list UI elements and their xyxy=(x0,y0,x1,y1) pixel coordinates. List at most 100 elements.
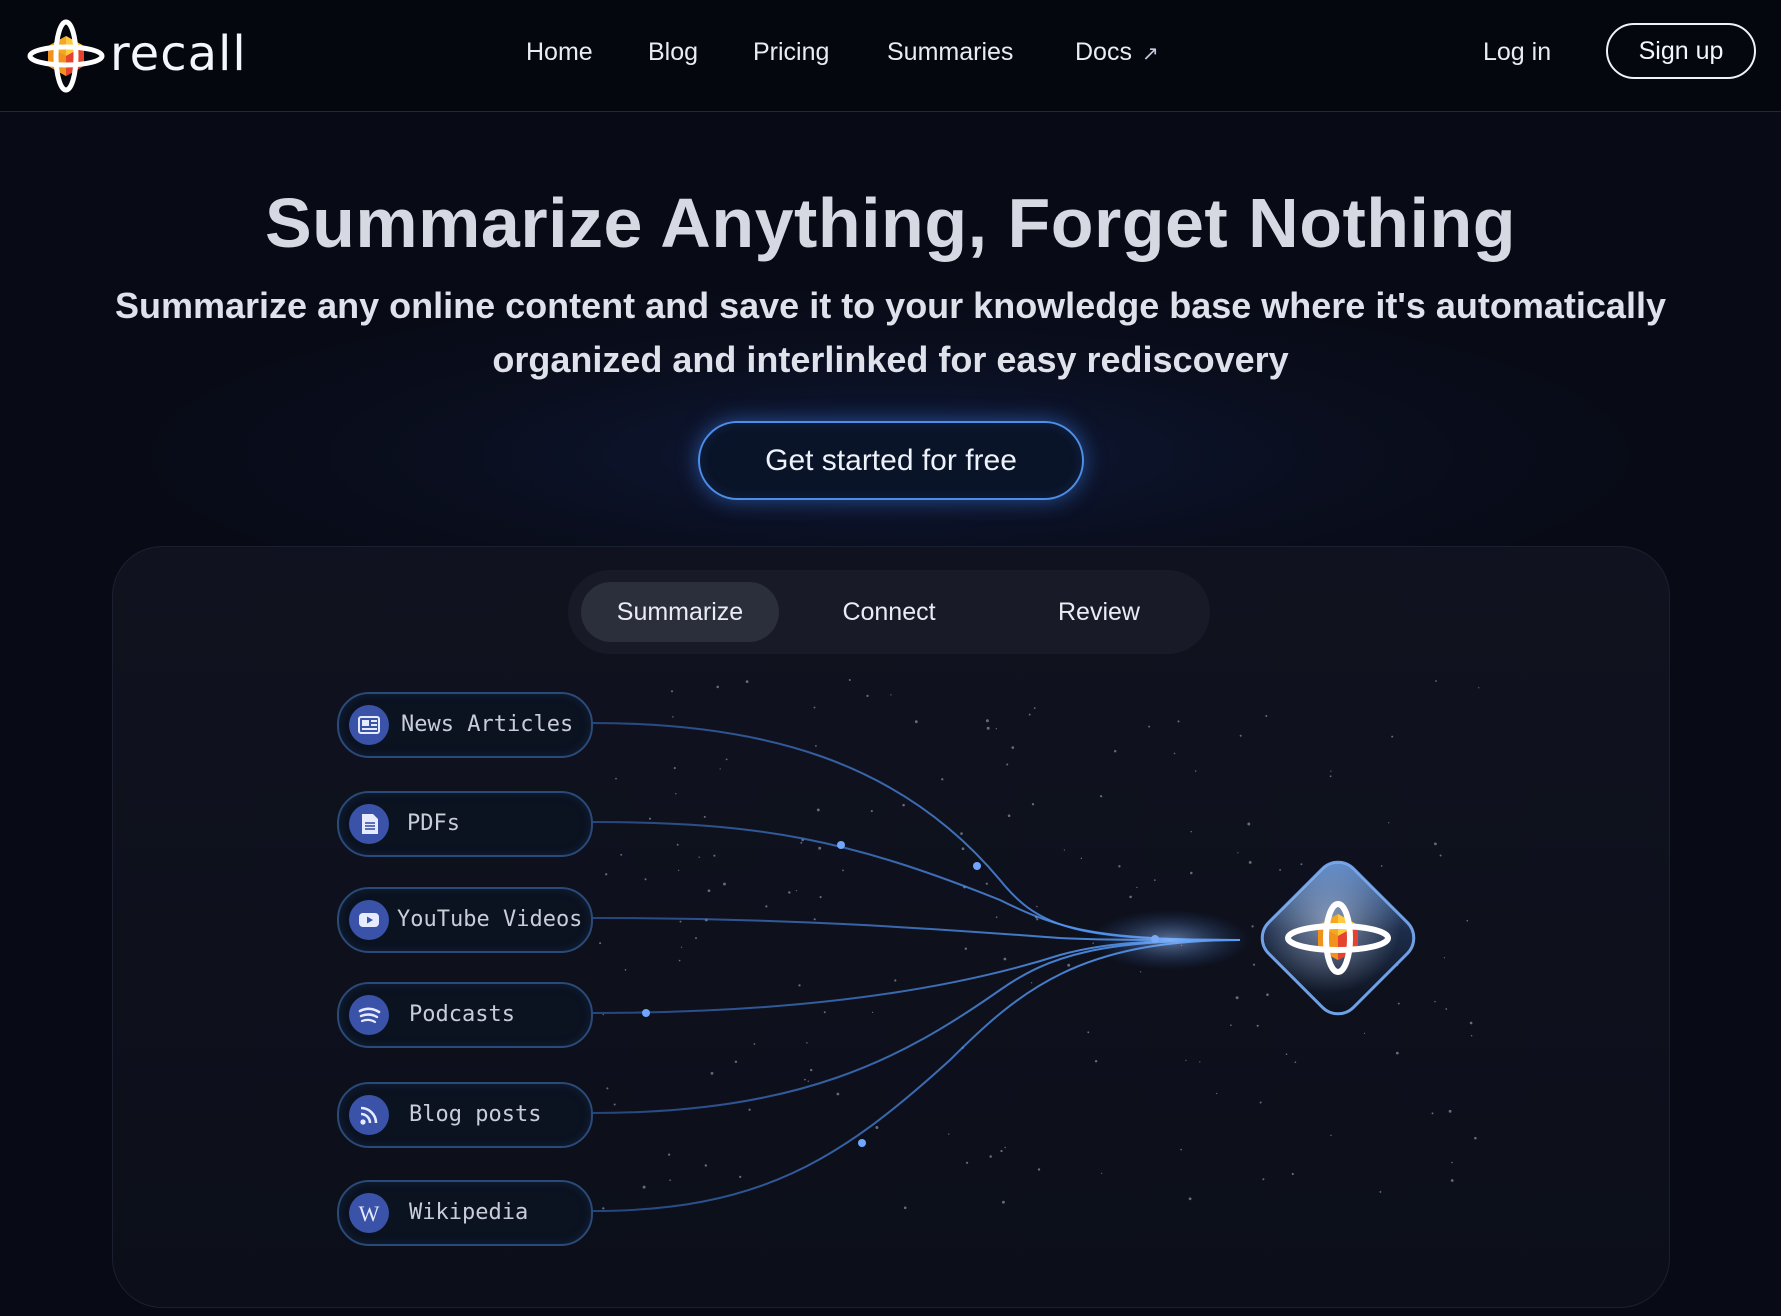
star xyxy=(680,946,683,948)
star xyxy=(624,969,627,971)
star xyxy=(810,1068,813,1072)
star xyxy=(1185,1059,1187,1062)
source-label: YouTube Videos xyxy=(397,907,583,932)
flow-diagram xyxy=(591,678,1480,1212)
star xyxy=(819,896,822,899)
star xyxy=(1003,957,1007,961)
recall-hub xyxy=(1260,860,1416,1016)
star xyxy=(1474,1136,1477,1140)
star xyxy=(1028,713,1031,716)
star xyxy=(615,777,617,780)
star xyxy=(948,1133,950,1135)
star xyxy=(725,758,728,761)
star xyxy=(866,694,869,698)
star xyxy=(1177,720,1180,723)
star xyxy=(1190,871,1193,875)
star xyxy=(1190,830,1192,833)
star xyxy=(1067,963,1071,967)
star xyxy=(795,889,798,892)
star xyxy=(842,869,844,872)
source-news-articles[interactable]: News Articles xyxy=(337,692,593,758)
star xyxy=(673,767,676,770)
star xyxy=(903,1206,907,1210)
star xyxy=(676,843,679,846)
star xyxy=(823,1011,826,1014)
star xyxy=(1101,1172,1103,1175)
star xyxy=(1470,1035,1473,1037)
star xyxy=(894,979,897,982)
connector-news xyxy=(591,722,1241,941)
star xyxy=(807,1080,810,1082)
source-blog-posts[interactable]: Blog posts xyxy=(337,1082,593,1148)
star xyxy=(818,846,822,850)
star xyxy=(1000,1149,1003,1153)
star xyxy=(1466,919,1469,922)
star xyxy=(707,889,711,893)
star xyxy=(679,920,682,923)
star xyxy=(642,1185,646,1189)
star xyxy=(804,1078,806,1081)
star xyxy=(1037,1168,1041,1171)
star xyxy=(1007,814,1011,817)
source-podcasts[interactable]: Podcasts xyxy=(337,982,593,1048)
star xyxy=(1136,886,1138,889)
star xyxy=(813,706,816,709)
star xyxy=(677,869,680,872)
star xyxy=(1173,752,1176,755)
star xyxy=(1330,1134,1332,1137)
star xyxy=(1391,735,1394,738)
star xyxy=(1435,680,1437,682)
star xyxy=(606,1087,609,1090)
star xyxy=(798,984,801,987)
star xyxy=(1451,1161,1453,1164)
source-label: PDFs xyxy=(407,811,460,836)
star xyxy=(813,918,816,921)
wikipedia-icon: W xyxy=(349,1193,389,1233)
star xyxy=(1265,715,1268,717)
star xyxy=(1188,1197,1192,1201)
star xyxy=(716,685,719,689)
star xyxy=(1087,1031,1090,1034)
star xyxy=(1180,1148,1182,1151)
source-wikipedia[interactable]: W Wikipedia xyxy=(337,1180,593,1246)
youtube-icon xyxy=(349,900,389,940)
star xyxy=(985,882,988,885)
star xyxy=(941,778,944,781)
star xyxy=(1002,1200,1005,1204)
source-pdfs[interactable]: PDFs xyxy=(337,791,593,857)
star xyxy=(753,1043,756,1045)
newspaper-icon xyxy=(349,705,389,745)
source-label: Blog posts xyxy=(409,1102,542,1127)
star xyxy=(678,959,681,962)
star xyxy=(1294,1061,1297,1064)
star xyxy=(1063,849,1066,851)
star xyxy=(672,716,674,718)
star xyxy=(1478,687,1480,689)
podcast-icon xyxy=(349,995,389,1035)
star xyxy=(602,1207,605,1210)
source-label: News Articles xyxy=(401,712,574,737)
star xyxy=(1036,905,1038,908)
star xyxy=(748,1108,751,1111)
star xyxy=(1033,707,1036,709)
document-icon xyxy=(349,804,389,844)
source-label: Podcasts xyxy=(409,1002,515,1027)
star xyxy=(1199,1061,1201,1063)
star xyxy=(1388,822,1390,824)
star xyxy=(1118,865,1121,868)
star xyxy=(1329,775,1332,778)
star xyxy=(1239,734,1242,737)
star xyxy=(1011,746,1015,749)
source-youtube-videos[interactable]: YouTube Videos xyxy=(337,887,593,953)
star xyxy=(723,882,726,886)
star xyxy=(800,841,803,844)
source-label: Wikipedia xyxy=(409,1200,529,1225)
star xyxy=(1469,1021,1473,1025)
star xyxy=(1080,857,1083,860)
star xyxy=(1450,1179,1454,1182)
star xyxy=(644,878,647,881)
rss-icon xyxy=(349,1095,389,1135)
star xyxy=(599,942,602,945)
hub-glow xyxy=(1090,910,1250,970)
star xyxy=(1036,918,1039,921)
